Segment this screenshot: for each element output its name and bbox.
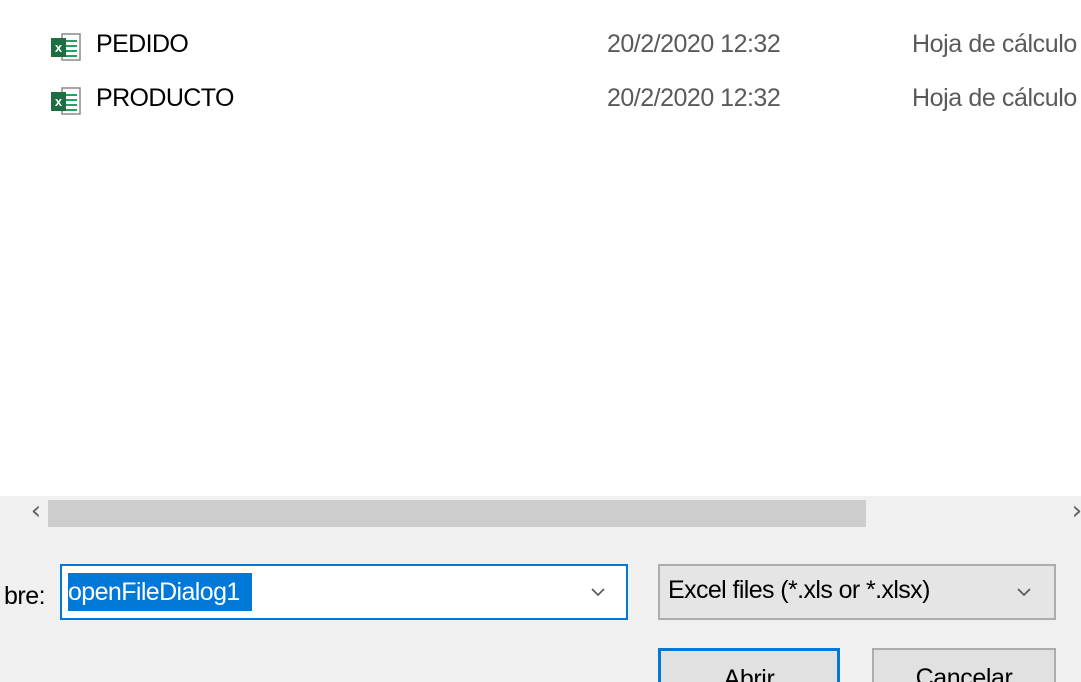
excel-file-icon: x	[50, 33, 88, 61]
filename-value[interactable]: openFileDialog1	[68, 573, 252, 611]
horizontal-scrollbar[interactable]: ‹ ›	[0, 496, 1081, 528]
filename-label: bre:	[4, 582, 46, 610]
file-name: PRODUCTO	[96, 84, 234, 112]
file-row-producto[interactable]: x PRODUCTO 20/2/2020 12:32 Hoja de cálcu…	[0, 74, 1081, 126]
cancel-button[interactable]: Cancelar	[872, 648, 1056, 682]
file-type-value: Excel files (*.xls or *.xlsx)	[668, 576, 930, 604]
svg-text:x: x	[55, 40, 63, 55]
dialog-footer: bre: openFileDialog1 Excel files (*.xls …	[0, 528, 1081, 682]
file-list[interactable]: x PEDIDO 20/2/2020 12:32 Hoja de cálculo…	[0, 0, 1081, 495]
filename-input[interactable]: openFileDialog1	[60, 564, 628, 620]
scroll-right-arrow-icon[interactable]: ›	[1062, 496, 1081, 528]
file-type: Hoja de cálculo	[912, 84, 1077, 112]
file-row-pedido[interactable]: x PEDIDO 20/2/2020 12:32 Hoja de cálculo	[0, 20, 1081, 72]
excel-file-icon: x	[50, 87, 88, 115]
file-date-modified: 20/2/2020 12:32	[607, 30, 781, 58]
svg-text:x: x	[55, 94, 63, 109]
open-button[interactable]: Abrir	[658, 648, 840, 682]
chevron-down-icon[interactable]	[1012, 582, 1036, 602]
chevron-down-icon[interactable]	[586, 582, 610, 602]
scrollbar-thumb[interactable]	[48, 500, 866, 527]
file-type: Hoja de cálculo	[912, 30, 1077, 58]
file-date-modified: 20/2/2020 12:32	[607, 84, 781, 112]
file-type-select[interactable]: Excel files (*.xls or *.xlsx)	[658, 564, 1056, 620]
file-name: PEDIDO	[96, 30, 189, 58]
open-file-dialog: x PEDIDO 20/2/2020 12:32 Hoja de cálculo…	[0, 0, 1081, 682]
